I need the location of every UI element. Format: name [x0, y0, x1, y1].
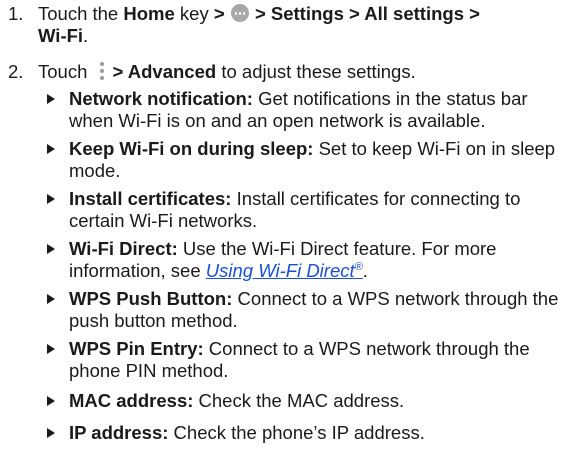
- triangle-bullet-icon: [47, 344, 55, 354]
- using-wifi-direct-link[interactable]: Using Wi-Fi Direct®: [206, 260, 363, 281]
- setting-description: Check the phone’s IP address.: [168, 421, 425, 443]
- step-period: .: [83, 24, 89, 46]
- step-text-pre: Touch: [38, 61, 93, 82]
- triangle-bullet-icon: [47, 94, 55, 104]
- triangle-bullet-icon: [47, 244, 55, 254]
- triangle-bullet-icon: [47, 294, 55, 304]
- list-item: WPS Push Button: Connect to a WPS networ…: [0, 288, 559, 331]
- triangle-bullet-icon: [47, 396, 55, 406]
- setting-label: Install certificates:: [69, 188, 232, 209]
- step-text-pre: Touch the: [38, 3, 124, 24]
- vertical-dots-menu-icon: [97, 61, 107, 81]
- setting-label: IP address:: [69, 421, 169, 443]
- setting-label: Keep Wi-Fi on during sleep:: [69, 138, 314, 159]
- link-text[interactable]: Using Wi-Fi Direct: [206, 260, 355, 281]
- apps-grid-icon: [230, 4, 249, 22]
- list-item: WPS Pin Entry: Connect to a WPS network …: [0, 338, 559, 381]
- setting-label: Wi-Fi Direct:: [69, 238, 178, 259]
- step-text-post: to adjust these settings.: [216, 61, 416, 82]
- home-key-label: Home: [123, 3, 175, 24]
- setting-description: Check the MAC address.: [193, 390, 405, 411]
- step-number: 2.: [8, 61, 24, 82]
- advanced-settings-list: Network notification: Get notifications …: [0, 88, 571, 443]
- path-separator: >: [213, 3, 225, 24]
- settings-path: > Settings > All settings >: [249, 3, 480, 24]
- step-text-mid: key: [174, 3, 214, 24]
- list-item: Keep Wi-Fi on during sleep: Set to keep …: [0, 138, 559, 181]
- list-item: Install certificates: Install certificat…: [0, 188, 559, 231]
- list-item: IP address: Check the phone’s IP address…: [0, 422, 559, 444]
- list-item: MAC address: Check the MAC address.: [0, 390, 559, 412]
- step-text: Touch > Advanced to adjust these setting…: [38, 61, 563, 83]
- registered-mark: ®: [354, 260, 363, 273]
- setting-label: MAC address:: [69, 390, 194, 411]
- wifi-label: Wi-Fi: [38, 24, 84, 46]
- setting-label: WPS Pin Entry:: [69, 338, 204, 359]
- setting-label: WPS Push Button:: [69, 288, 233, 309]
- step-number: 1.: [8, 3, 24, 24]
- setting-label: Network notification:: [69, 88, 253, 109]
- advanced-path: > Advanced: [112, 61, 217, 82]
- triangle-bullet-icon: [47, 144, 55, 154]
- list-item: Network notification: Get notifications …: [0, 88, 559, 131]
- list-item: Wi-Fi Direct: Use the Wi-Fi Direct featu…: [0, 238, 559, 281]
- triangle-bullet-icon: [47, 427, 55, 438]
- setting-period: .: [362, 259, 368, 281]
- triangle-bullet-icon: [47, 194, 55, 204]
- step-text: Touch the Home key > > Settings > All se…: [38, 3, 563, 46]
